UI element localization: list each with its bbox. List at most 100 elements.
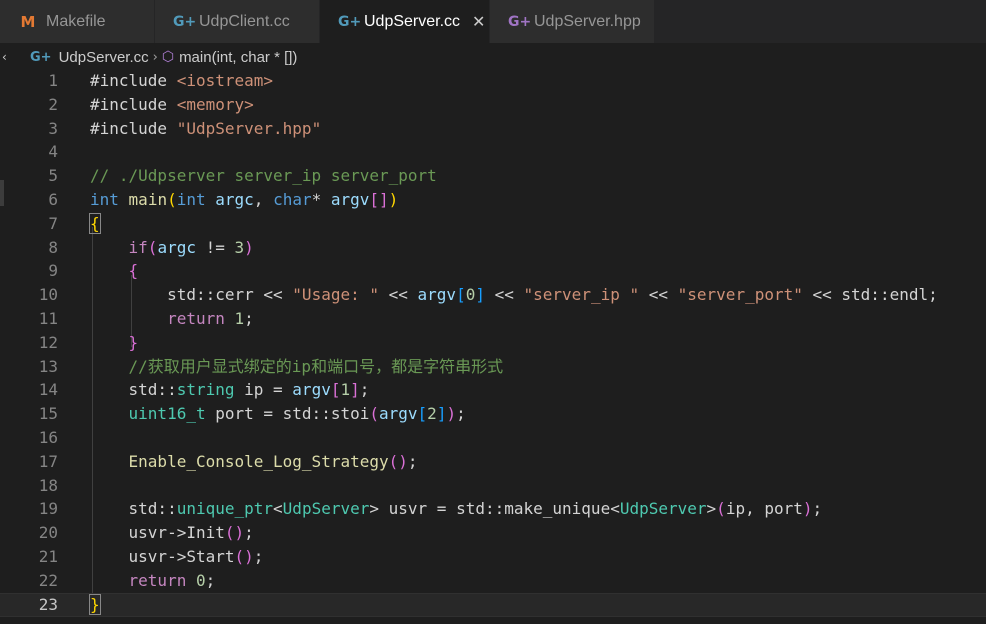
code-line[interactable]: 11 return 1; bbox=[0, 307, 986, 331]
code-token: 0 bbox=[465, 285, 476, 305]
code-token: // ./Udpserver server_ip server_port bbox=[90, 166, 437, 186]
code-token: string bbox=[176, 380, 235, 400]
code-token: ; bbox=[244, 523, 254, 543]
line-number: 18 bbox=[38, 475, 58, 495]
tab-label: UdpServer.cc bbox=[364, 12, 461, 30]
code-text: { bbox=[89, 212, 101, 236]
line-number: 5 bbox=[48, 166, 58, 186]
tab-label: UdpServer.hpp bbox=[534, 12, 641, 30]
code-token: ] bbox=[475, 285, 485, 305]
code-line[interactable]: 9 { bbox=[0, 259, 986, 283]
line-number: 9 bbox=[48, 261, 58, 281]
code-token: [] bbox=[369, 190, 389, 209]
tab-udpclient-cc[interactable]: G+ UdpClient.cc bbox=[155, 0, 320, 43]
code-line[interactable]: 19 std::unique_ptr<UdpServer> usvr = std… bbox=[0, 497, 986, 521]
code-text: #include <memory> bbox=[90, 93, 254, 117]
line-number: 2 bbox=[48, 94, 58, 114]
code-token: > usvr = std::make_unique< bbox=[369, 499, 620, 519]
code-token: << bbox=[484, 285, 524, 305]
line-number: 22 bbox=[38, 570, 58, 590]
code-text: return 1; bbox=[90, 307, 254, 331]
code-line[interactable]: 12 } bbox=[0, 331, 986, 355]
code-line[interactable]: 3 #include "UdpServer.hpp" bbox=[0, 117, 986, 141]
code-editor[interactable]: 1 #include <iostream> 2 #include <memory> 3 #… bbox=[0, 69, 986, 624]
code-line[interactable]: 7{ bbox=[0, 212, 986, 236]
code-token: <memory> bbox=[176, 94, 254, 114]
code-line[interactable]: 14 std::string ip = argv[1]; bbox=[0, 378, 986, 402]
code-token: return bbox=[128, 570, 187, 590]
code-token: ) bbox=[388, 190, 399, 209]
code-line[interactable]: 23} bbox=[0, 592, 986, 617]
breadcrumb-symbol[interactable]: main(int, char * []) bbox=[179, 49, 297, 66]
code-token: int bbox=[90, 190, 119, 209]
code-text: } bbox=[90, 331, 139, 355]
tab-udpserver-cc[interactable]: G+ UdpServer.cc ✕ bbox=[320, 0, 490, 43]
code-token: <iostream> bbox=[176, 71, 274, 90]
code-line[interactable]: 5 // ./Udpserver server_ip server_port bbox=[0, 164, 986, 188]
code-token: uint16_t bbox=[128, 404, 206, 424]
code-token: port = std::stoi bbox=[205, 404, 370, 424]
code-token: 0 bbox=[195, 570, 206, 590]
code-line[interactable]: 15 uint16_t port = std::stoi(argv[2]); bbox=[0, 402, 986, 426]
code-text: usvr->Init(); bbox=[90, 521, 254, 545]
code-token: > bbox=[706, 499, 717, 519]
code-line[interactable]: 8 if(argc != 3) bbox=[0, 236, 986, 260]
code-token: 2 bbox=[427, 404, 437, 424]
code-line[interactable]: 1 #include <iostream> bbox=[0, 69, 986, 93]
code-token: 1 bbox=[234, 309, 245, 328]
close-icon[interactable]: ✕ bbox=[472, 12, 485, 31]
line-number: 11 bbox=[38, 309, 58, 328]
line-number: 19 bbox=[38, 499, 58, 519]
code-line[interactable]: 16 bbox=[0, 426, 986, 450]
code-token: argv bbox=[417, 285, 457, 305]
line-number: 23 bbox=[38, 594, 58, 614]
code-token: { bbox=[89, 212, 101, 234]
code-token: #include bbox=[90, 118, 177, 138]
code-token: return bbox=[167, 309, 225, 328]
code-token: std:: bbox=[90, 380, 177, 400]
code-line[interactable]: 13 //获取用户显式绑定的ip和端口号，都是字符串形式 bbox=[0, 355, 986, 379]
breadcrumb: G+ UdpServer.cc › ⬡ main(int, char * []) bbox=[0, 43, 986, 71]
code-line[interactable]: 10 std::cerr << "Usage: " << argv[0] << … bbox=[0, 283, 986, 307]
line-number: 21 bbox=[38, 547, 58, 566]
code-text: if(argc != 3) bbox=[90, 236, 254, 260]
code-line[interactable]: 18 bbox=[0, 474, 986, 498]
tab-udpserver-hpp[interactable]: G+ UdpServer.hpp bbox=[490, 0, 655, 43]
code-token: != bbox=[195, 237, 235, 257]
code-line[interactable]: 2 #include <memory> bbox=[0, 93, 986, 117]
code-token: #include bbox=[90, 94, 177, 114]
tab-label: UdpClient.cc bbox=[199, 12, 290, 30]
code-token: argc bbox=[157, 237, 196, 257]
line-number: 17 bbox=[38, 451, 58, 471]
hpp-file-icon: G+ bbox=[508, 13, 532, 30]
code-token: ] bbox=[436, 404, 447, 424]
code-line[interactable]: 20 usvr->Init(); bbox=[0, 521, 986, 545]
code-token: () bbox=[234, 547, 254, 566]
line-number: 14 bbox=[38, 380, 58, 400]
code-token: << bbox=[379, 285, 418, 305]
code-line[interactable]: 6 int main(int argc, char* argv[]) bbox=[0, 188, 986, 212]
code-token: argv bbox=[330, 190, 370, 209]
code-token: ip = bbox=[234, 380, 293, 400]
code-token: int bbox=[176, 190, 206, 209]
code-line[interactable]: 21 usvr->Start(); bbox=[0, 545, 986, 569]
code-line[interactable]: 17 Enable_Console_Log_Strategy(); bbox=[0, 450, 986, 474]
code-token: ) bbox=[446, 404, 457, 424]
tab-makefile[interactable]: M Makefile bbox=[0, 0, 155, 43]
code-token: ( bbox=[716, 499, 726, 519]
code-line[interactable]: 4 bbox=[0, 140, 986, 164]
code-token: * bbox=[311, 190, 331, 209]
breadcrumb-file[interactable]: UdpServer.cc bbox=[59, 49, 149, 66]
code-line[interactable]: 22 return 0; bbox=[0, 569, 986, 593]
code-token: Enable_Console_Log_Strategy bbox=[128, 451, 389, 471]
code-text: { bbox=[90, 259, 139, 283]
code-token: { bbox=[128, 261, 139, 281]
code-text: return 0; bbox=[90, 569, 216, 593]
line-number: 16 bbox=[38, 428, 58, 447]
